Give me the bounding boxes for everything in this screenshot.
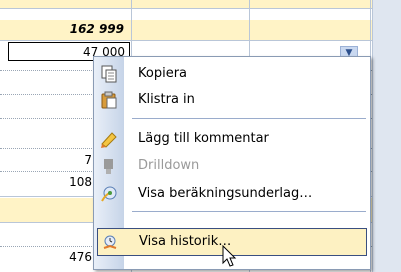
comment-icon xyxy=(100,130,118,148)
menu-item-label: Visa beräkningsunderlag… xyxy=(138,186,313,201)
copy-icon xyxy=(100,65,118,83)
menu-separator xyxy=(132,118,366,119)
menu-item-drilldown: Drilldown xyxy=(94,153,370,179)
menu-item-label: Lägg till kommentar xyxy=(138,131,269,146)
header-band xyxy=(0,0,372,8)
history-icon xyxy=(101,233,119,251)
menu-item-label: Klistra in xyxy=(138,92,195,107)
menu-separator xyxy=(132,211,366,212)
menu-item-label: Kopiera xyxy=(138,66,188,81)
context-menu: Kopiera Klistra in Lägg till kommentar D… xyxy=(93,56,371,270)
menu-item-copy[interactable]: Kopiera xyxy=(94,61,370,87)
menu-item-label: Drilldown xyxy=(138,158,200,173)
cell-value[interactable]: 108 xyxy=(40,175,92,189)
menu-item-add-comment[interactable]: Lägg till kommentar xyxy=(94,126,370,152)
calculation-basis-icon xyxy=(100,185,118,203)
menu-item-show-calculation-basis[interactable]: Visa beräkningsunderlag… xyxy=(94,181,370,207)
vertical-scrollbar[interactable] xyxy=(372,0,401,272)
paste-icon xyxy=(100,91,118,109)
mouse-pointer-icon xyxy=(222,245,237,267)
total-cell[interactable]: 162 999 xyxy=(40,22,124,36)
cell-value[interactable]: 7 xyxy=(40,153,92,167)
menu-item-paste[interactable]: Klistra in xyxy=(94,87,370,113)
cell-value[interactable]: 476 xyxy=(40,250,92,264)
menu-item-label: Visa historik… xyxy=(139,234,232,249)
drilldown-icon xyxy=(100,157,118,175)
